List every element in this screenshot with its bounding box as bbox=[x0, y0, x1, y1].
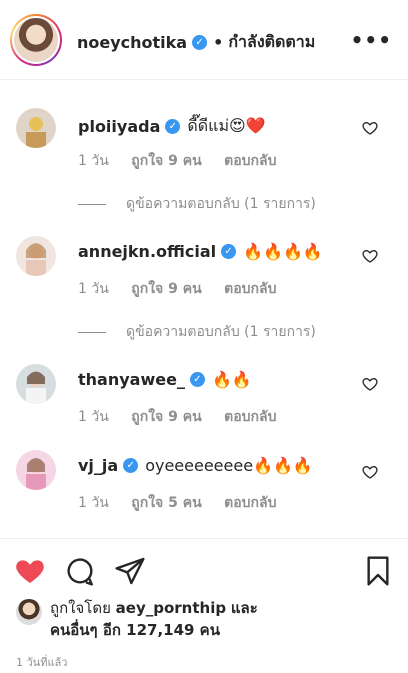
reply-button[interactable]: ตอบกลับ bbox=[224, 495, 276, 511]
reply-button[interactable]: ตอบกลับ bbox=[224, 153, 276, 169]
comment-text: ดี๊ดีแม่😍❤️ bbox=[187, 116, 266, 135]
liked-by-conj: และ bbox=[230, 599, 258, 617]
comment-age: 1 วัน bbox=[78, 281, 109, 297]
view-replies-label: ดูข้อความตอบกลับ (1 รายการ) bbox=[126, 324, 316, 340]
comment-line: ploiiyada ✓ ดี๊ดีแม่😍❤️ bbox=[78, 114, 266, 139]
liked-by-row: ถูกใจโดย aey_pornthip และ คนอื่นๆ อีก 12… bbox=[16, 597, 258, 641]
view-replies-button[interactable]: ดูข้อความตอบกลับ (1 รายการ) bbox=[78, 193, 316, 215]
comment-icon[interactable] bbox=[64, 555, 96, 587]
view-replies-button[interactable]: ดูข้อความตอบกลับ (1 รายการ) bbox=[78, 321, 316, 343]
like-comment-heart-icon[interactable] bbox=[362, 376, 378, 392]
more-horizontal-icon[interactable]: ••• bbox=[351, 28, 392, 52]
avatar[interactable] bbox=[16, 236, 56, 276]
post-time-ago: 1 วันที่แล้ว bbox=[16, 656, 68, 669]
avatar[interactable] bbox=[16, 364, 56, 404]
liked-by-user[interactable]: aey_pornthip bbox=[116, 599, 226, 617]
like-comment-heart-icon[interactable] bbox=[362, 120, 378, 136]
comment-text: oyeeeeeeeee🔥🔥🔥 bbox=[145, 456, 313, 475]
heart-filled-icon[interactable] bbox=[14, 555, 46, 587]
verified-badge-icon: ✓ bbox=[192, 35, 208, 50]
liked-by-text: ถูกใจโดย aey_pornthip และ คนอื่นๆ อีก 12… bbox=[50, 597, 258, 641]
header-user-line: noeychotika ✓ • กำลังติดตาม bbox=[77, 30, 315, 55]
comment-username[interactable]: ploiiyada bbox=[78, 117, 160, 136]
comment-likes[interactable]: ถูกใจ 5 คน bbox=[131, 495, 201, 511]
comment-age: 1 วัน bbox=[78, 153, 109, 169]
follow-status-button[interactable]: กำลังติดตาม bbox=[228, 30, 315, 55]
comment-line: annejkn.official ✓ 🔥🔥🔥🔥 bbox=[78, 242, 323, 261]
comment-line: thanyawee_ ✓ 🔥🔥 bbox=[78, 370, 252, 389]
comment-age: 1 วัน bbox=[78, 409, 109, 425]
liked-by-prefix: ถูกใจโดย bbox=[50, 599, 111, 617]
liked-by-others[interactable]: คนอื่นๆ อีก 127,149 คน bbox=[50, 621, 220, 639]
paper-plane-icon[interactable] bbox=[114, 555, 146, 587]
comment-username[interactable]: thanyawee_ bbox=[78, 370, 185, 389]
post-action-bar: ถูกใจโดย aey_pornthip และ คนอื่นๆ อีก 12… bbox=[0, 538, 408, 673]
comment-meta: 1 วัน ถูกใจ 9 คน ตอบกลับ bbox=[78, 278, 294, 300]
replies-divider bbox=[78, 203, 106, 205]
verified-badge-icon: ✓ bbox=[221, 244, 237, 259]
comment-likes[interactable]: ถูกใจ 9 คน bbox=[131, 281, 201, 297]
comment-likes[interactable]: ถูกใจ 9 คน bbox=[131, 153, 201, 169]
avatar[interactable] bbox=[16, 450, 56, 490]
comment-username[interactable]: annejkn.official bbox=[78, 242, 216, 261]
comment-text: 🔥🔥 bbox=[211, 370, 252, 389]
like-comment-heart-icon[interactable] bbox=[362, 464, 378, 480]
comment-meta: 1 วัน ถูกใจ 5 คน ตอบกลับ bbox=[78, 492, 294, 514]
replies-divider bbox=[78, 331, 106, 333]
verified-badge-icon: ✓ bbox=[189, 372, 205, 387]
verified-badge-icon: ✓ bbox=[123, 458, 139, 473]
comment-username[interactable]: vj_ja bbox=[78, 456, 118, 475]
reply-button[interactable]: ตอบกลับ bbox=[224, 281, 276, 297]
reply-button[interactable]: ตอบกลับ bbox=[224, 409, 276, 425]
separator-dot: • bbox=[213, 33, 224, 52]
comment-age: 1 วัน bbox=[78, 495, 109, 511]
comment-meta: 1 วัน ถูกใจ 9 คน ตอบกลับ bbox=[78, 406, 294, 428]
comment-text: 🔥🔥🔥🔥 bbox=[243, 242, 323, 261]
verified-badge-icon: ✓ bbox=[165, 119, 181, 134]
view-replies-label: ดูข้อความตอบกลับ (1 รายการ) bbox=[126, 196, 316, 212]
avatar[interactable] bbox=[16, 108, 56, 148]
header-username[interactable]: noeychotika bbox=[77, 33, 187, 52]
avatar[interactable] bbox=[16, 599, 42, 625]
comment-meta: 1 วัน ถูกใจ 9 คน ตอบกลับ bbox=[78, 150, 294, 172]
profile-avatar[interactable] bbox=[10, 14, 62, 66]
bookmark-icon[interactable] bbox=[362, 555, 394, 587]
like-comment-heart-icon[interactable] bbox=[362, 248, 378, 264]
post-header: noeychotika ✓ • กำลังติดตาม ••• bbox=[0, 0, 408, 80]
comment-line: vj_ja ✓ oyeeeeeeeee🔥🔥🔥 bbox=[78, 456, 313, 475]
comment-likes[interactable]: ถูกใจ 9 คน bbox=[131, 409, 201, 425]
